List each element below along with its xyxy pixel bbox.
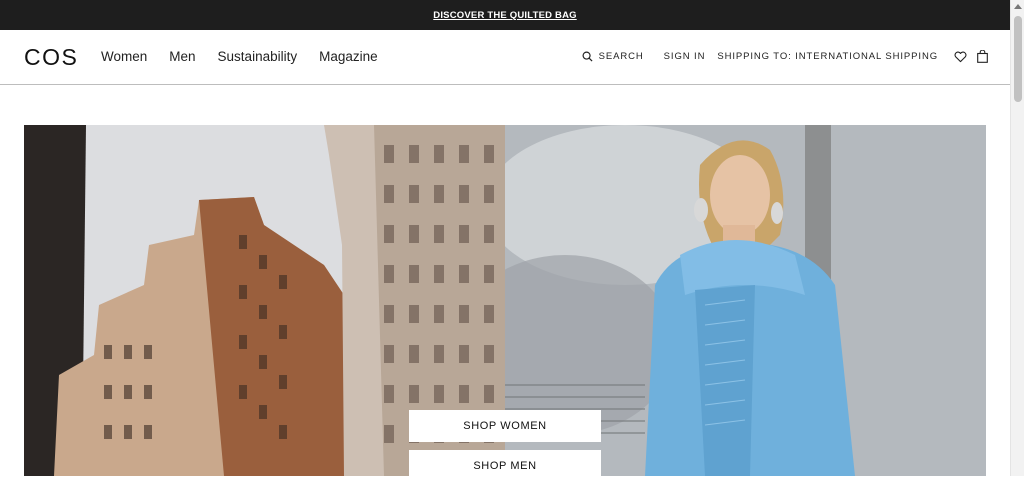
main-nav: Women Men Sustainability Magazine [101,49,400,64]
nav-sustainability[interactable]: Sustainability [218,49,298,64]
search-button[interactable]: SEARCH [582,51,644,62]
shipping-selector[interactable]: SHIPPING TO: INTERNATIONAL SHIPPING [717,51,938,62]
nav-men[interactable]: Men [169,49,195,64]
scroll-up-arrow-icon[interactable] [1014,4,1022,9]
scrollbar-thumb[interactable] [1014,16,1022,102]
wishlist-button[interactable] [954,51,967,63]
bag-button[interactable] [977,50,988,63]
shop-men-button[interactable]: SHOP MEN [409,450,601,482]
shop-women-button[interactable]: SHOP WOMEN [409,410,601,442]
page-scrollbar[interactable] [1010,0,1024,476]
nav-women[interactable]: Women [101,49,147,64]
search-label: SEARCH [598,51,644,62]
nav-magazine[interactable]: Magazine [319,49,378,64]
sign-in-link[interactable]: SIGN IN [664,51,706,62]
search-icon [582,51,593,62]
announcement-link[interactable]: DISCOVER THE QUILTED BAG [433,10,576,21]
cos-logo[interactable]: COS [24,44,78,71]
site-header: COS Women Men Sustainability Magazine SE… [0,30,1010,85]
announcement-bar: DISCOVER THE QUILTED BAG [0,0,1010,30]
bag-icon [977,50,988,63]
utility-nav: SEARCH SIGN IN SHIPPING TO: INTERNATIONA… [582,50,988,63]
heart-icon [954,51,967,62]
